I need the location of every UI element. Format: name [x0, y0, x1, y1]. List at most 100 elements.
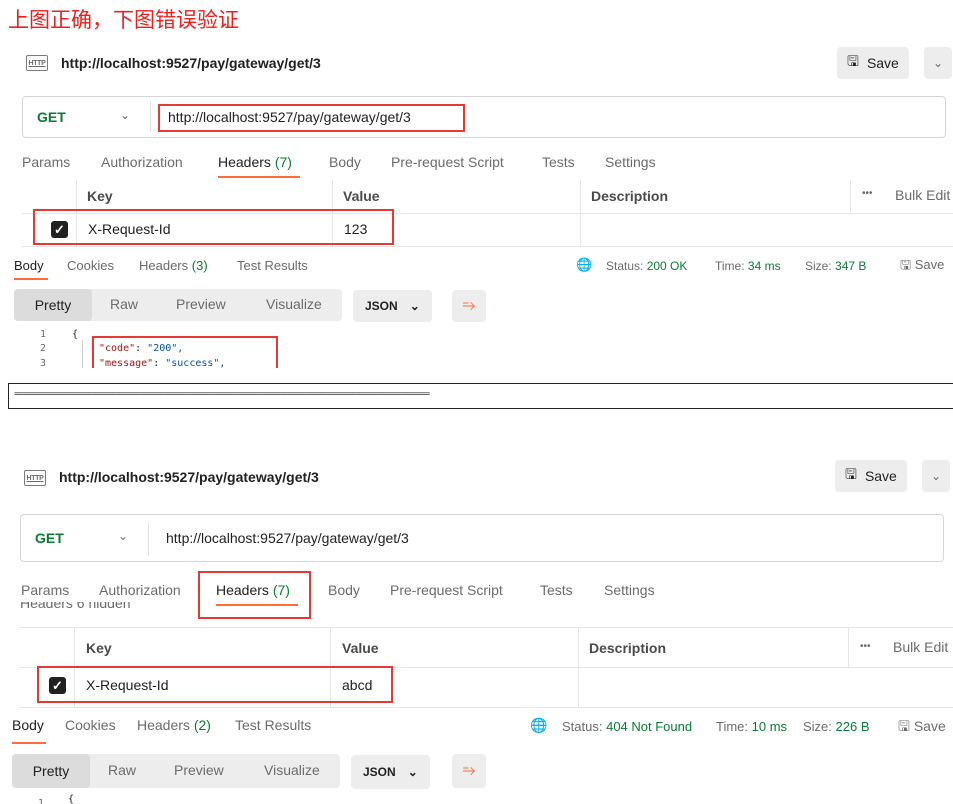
highlight-box-header-row	[33, 209, 394, 245]
response-tab-headers[interactable]: Headers (2)	[137, 717, 211, 733]
response-headers-count: (3)	[191, 258, 208, 273]
response-time: Time: 34 ms	[715, 259, 781, 273]
postman-panel-correct: HTTP http://localhost:9527/pay/gateway/g…	[0, 40, 953, 368]
active-tab-underline	[218, 176, 300, 178]
tab-tests[interactable]: Tests	[542, 154, 575, 170]
language-select[interactable]: JSON ⌄	[353, 290, 432, 322]
request-title: http://localhost:9527/pay/gateway/get/3	[59, 469, 319, 485]
status-label: Status:	[562, 719, 603, 734]
save-button[interactable]: 🖫 Save	[835, 460, 907, 492]
response-headers-label: Headers	[137, 717, 190, 733]
response-tab-cookies[interactable]: Cookies	[65, 717, 116, 733]
format-preview-button[interactable]: Preview	[176, 296, 226, 312]
wrap-lines-icon: ⥱	[462, 297, 476, 314]
response-tab-headers[interactable]: Headers (3)	[139, 258, 208, 273]
chevron-down-icon: ⌄	[932, 56, 944, 70]
save-icon: 🖫	[847, 53, 859, 69]
response-status: Status: 200 OK	[606, 259, 687, 273]
wrap-lines-button[interactable]: ⥱	[452, 290, 486, 322]
tab-params[interactable]: Params	[21, 582, 69, 598]
save-icon: 🖫	[900, 257, 912, 272]
table-col-divider	[850, 180, 851, 212]
method-divider	[148, 522, 149, 556]
save-response-button[interactable]: 🖫 Save	[900, 256, 944, 278]
response-tab-body[interactable]: Body	[12, 717, 44, 733]
response-tab-test-results[interactable]: Test Results	[237, 258, 308, 273]
size-value: 226 B	[835, 719, 870, 734]
size-value: 347 B	[835, 259, 867, 273]
code-line: {	[68, 794, 75, 804]
method-divider	[150, 102, 151, 132]
chevron-down-icon[interactable]: ⌄	[118, 529, 128, 543]
status-value: 200 OK	[646, 259, 688, 273]
highlight-box-headers-tab	[198, 571, 311, 619]
column-header-key: Key	[86, 640, 112, 656]
wrap-lines-button[interactable]: ⥱	[452, 754, 486, 788]
tab-tests[interactable]: Tests	[540, 582, 573, 598]
format-pretty-button[interactable]: Pretty	[14, 289, 92, 321]
format-visualize-button[interactable]: Visualize	[266, 296, 322, 312]
more-options-icon[interactable]: •••	[860, 641, 871, 652]
tab-params[interactable]: Params	[22, 154, 70, 170]
tab-settings[interactable]: Settings	[605, 154, 656, 170]
tab-pre-request-script[interactable]: Pre-request Script	[391, 154, 504, 170]
tab-authorization[interactable]: Authorization	[99, 582, 181, 598]
language-label: JSON	[365, 299, 398, 313]
format-pretty-button[interactable]: Pretty	[12, 754, 90, 788]
save-button[interactable]: 🖫 Save	[837, 47, 909, 79]
highlight-box-header-row	[37, 666, 393, 703]
tab-body[interactable]: Body	[328, 582, 360, 598]
language-select[interactable]: JSON ⌄	[351, 755, 430, 789]
globe-icon[interactable]: 🌐	[530, 717, 547, 734]
table-row-divider	[22, 246, 953, 247]
bulk-edit-link[interactable]: Bulk Edit	[895, 187, 950, 203]
response-tab-test-results[interactable]: Test Results	[235, 717, 311, 733]
http-badge-text: HTTP	[28, 59, 46, 67]
size-label: Size:	[805, 259, 832, 273]
url-input[interactable]: http://localhost:9527/pay/gateway/get/3	[166, 530, 409, 546]
save-label: Save	[866, 55, 899, 71]
time-label: Time:	[716, 719, 749, 734]
http-request-icon: HTTP	[24, 470, 46, 486]
highlight-box-response	[92, 336, 278, 368]
tab-headers-label: Headers	[218, 154, 271, 170]
response-headers-count: (2)	[193, 717, 211, 733]
hidden-headers-toggle[interactable]: Headers 6 hidden	[20, 602, 190, 613]
format-raw-button[interactable]: Raw	[110, 296, 138, 312]
format-raw-button[interactable]: Raw	[108, 762, 136, 778]
save-response-button[interactable]: 🖫 Save	[898, 716, 946, 740]
wrap-lines-icon: ⥱	[462, 762, 476, 779]
tab-authorization[interactable]: Authorization	[101, 154, 183, 170]
tab-body[interactable]: Body	[329, 154, 361, 170]
method-select[interactable]: GET	[35, 530, 64, 546]
response-tab-body[interactable]: Body	[14, 258, 44, 273]
format-visualize-button[interactable]: Visualize	[264, 762, 320, 778]
method-select[interactable]: GET	[37, 109, 66, 125]
chevron-down-icon: ⌄	[407, 765, 418, 779]
response-time: Time: 10 ms	[716, 719, 787, 734]
bulk-edit-link[interactable]: Bulk Edit	[893, 639, 948, 655]
column-header-key: Key	[87, 188, 113, 204]
highlight-box-url	[158, 104, 465, 132]
response-size: Size: 347 B	[805, 259, 866, 273]
more-options-icon[interactable]: •••	[862, 188, 873, 199]
tab-settings[interactable]: Settings	[604, 582, 655, 598]
hidden-headers-label: Headers 6 hidden	[20, 602, 131, 611]
code-line: {	[72, 329, 79, 340]
tab-pre-request-script[interactable]: Pre-request Script	[390, 582, 503, 598]
request-title: http://localhost:9527/pay/gateway/get/3	[61, 55, 321, 71]
line-number: 3	[40, 358, 47, 368]
format-preview-button[interactable]: Preview	[174, 762, 224, 778]
time-value: 10 ms	[751, 719, 788, 734]
chevron-down-icon[interactable]: ⌄	[120, 108, 130, 122]
globe-icon[interactable]: 🌐	[576, 257, 592, 273]
http-badge-text: HTTP	[26, 474, 44, 482]
chevron-down-icon: ⌄	[409, 299, 420, 313]
save-dropdown-button[interactable]: ⌄	[922, 460, 950, 492]
response-tab-cookies[interactable]: Cookies	[67, 258, 114, 273]
size-label: Size:	[803, 719, 832, 734]
tab-headers[interactable]: Headers (7)	[218, 154, 292, 170]
save-dropdown-button[interactable]: ⌄	[924, 47, 952, 79]
column-header-value: Value	[342, 640, 379, 656]
separator-text: ========================================…	[14, 389, 430, 398]
